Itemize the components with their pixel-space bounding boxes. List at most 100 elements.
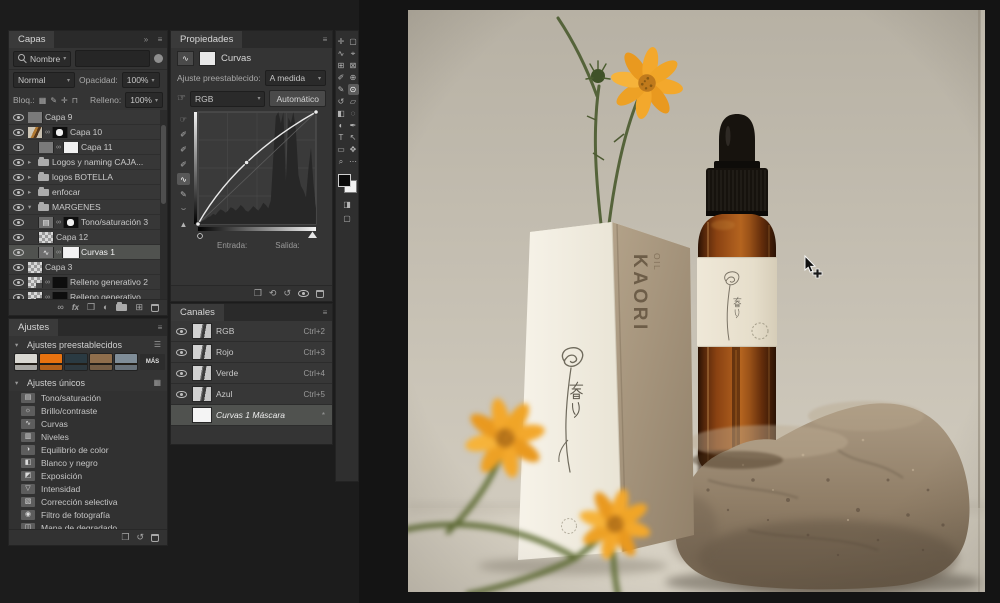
previous-state-icon[interactable]: ⟲ bbox=[269, 289, 277, 298]
new-adjustment-icon[interactable]: ◐ bbox=[103, 303, 108, 312]
channel-row[interactable]: RojoCtrl+3 bbox=[171, 342, 332, 363]
blur-tool[interactable]: ◌ bbox=[348, 108, 359, 119]
layer-row[interactable]: ▾MARGENES bbox=[9, 200, 167, 215]
smooth-curve-tool[interactable]: ⌣ bbox=[177, 203, 190, 215]
singles-section-header[interactable]: ▾ Ajustes únicos ▦ bbox=[9, 374, 167, 391]
canvas-document[interactable]: KAORI OIL bbox=[408, 10, 985, 592]
adjustment-item[interactable]: ▤Tono/saturación bbox=[9, 391, 167, 404]
lock-all-icon[interactable]: ⊓ bbox=[72, 96, 78, 105]
panel-menu-icon[interactable]: ≡ bbox=[318, 304, 332, 321]
add-mask-icon[interactable]: ❒ bbox=[87, 303, 95, 312]
layer-row[interactable]: ▤∞Tono/saturación 3 bbox=[9, 215, 167, 230]
reset-icon[interactable]: ↺ bbox=[136, 533, 144, 542]
tab-canales[interactable]: Canales bbox=[171, 304, 224, 321]
pen-tool[interactable]: ✒ bbox=[348, 120, 359, 131]
lock-paint-icon[interactable]: ✎ bbox=[50, 96, 57, 105]
visibility-toggle-icon[interactable] bbox=[13, 219, 24, 226]
visibility-toggle-icon[interactable] bbox=[13, 294, 24, 300]
path-select-tool[interactable]: ↖ bbox=[348, 132, 359, 143]
hand-tool[interactable]: ✥ bbox=[348, 144, 359, 155]
visibility-toggle-icon[interactable] bbox=[13, 204, 24, 211]
new-group-icon[interactable] bbox=[116, 304, 127, 311]
shape-tool[interactable]: ▭ bbox=[336, 144, 347, 155]
more-presets-button[interactable]: MÁS bbox=[140, 354, 165, 370]
visibility-cell[interactable] bbox=[175, 349, 188, 356]
pencil-curve-tool[interactable]: ✎ bbox=[177, 188, 190, 200]
gray-point-eyedropper[interactable]: ✐ bbox=[177, 143, 190, 155]
black-point-slider[interactable] bbox=[198, 234, 203, 239]
delete-icon[interactable] bbox=[151, 534, 159, 542]
fill-select[interactable]: 100% ▾ bbox=[125, 92, 163, 108]
dodge-tool[interactable]: ◐ bbox=[336, 120, 347, 131]
foreground-color-swatch[interactable] bbox=[338, 174, 351, 187]
type-tool[interactable]: T bbox=[336, 132, 347, 143]
caret-icon[interactable]: ▸ bbox=[28, 173, 35, 181]
visibility-toggle-icon[interactable] bbox=[176, 349, 187, 356]
adjustment-item[interactable]: ◫Mapa de degradado bbox=[9, 521, 167, 529]
layer-row[interactable]: ∞Relleno generativo bbox=[9, 290, 167, 299]
clone-stamp-tool[interactable]: ⊙ bbox=[348, 84, 359, 95]
gradient-tool[interactable]: ◧ bbox=[336, 108, 347, 119]
visibility-toggle-icon[interactable] bbox=[13, 189, 24, 196]
opacity-select[interactable]: 100% ▾ bbox=[122, 72, 160, 88]
collapse-panel-icon[interactable]: » bbox=[139, 31, 153, 48]
visibility-toggle-icon[interactable] bbox=[13, 249, 24, 256]
edit-toolbar[interactable]: ⋯ bbox=[348, 156, 359, 167]
adjustment-item[interactable]: ◩Exposición bbox=[9, 469, 167, 482]
adjustment-item[interactable]: ◉Filtro de fotografía bbox=[9, 508, 167, 521]
layer-row[interactable]: Capa 12 bbox=[9, 230, 167, 245]
panel-menu-icon[interactable]: ≡ bbox=[318, 31, 332, 48]
screen-mode-icon[interactable]: ▢ bbox=[342, 213, 353, 224]
history-brush-tool[interactable]: ↺ bbox=[336, 96, 347, 107]
frame-tool[interactable]: ⊠ bbox=[348, 60, 359, 71]
visibility-icon[interactable] bbox=[298, 290, 309, 297]
layer-row[interactable]: ▸enfocar bbox=[9, 185, 167, 200]
adjustment-preset-thumbnail[interactable] bbox=[40, 354, 62, 370]
white-point-eyedropper[interactable]: ✐ bbox=[177, 158, 190, 170]
presets-section-header[interactable]: ▾ Ajustes preestablecidos ☰ bbox=[9, 336, 167, 353]
panel-menu-icon[interactable]: ≡ bbox=[153, 31, 167, 48]
link-layers-icon[interactable]: ∞ bbox=[57, 303, 63, 312]
targeted-adjustment-tool[interactable]: ☞ bbox=[177, 113, 190, 125]
visibility-cell[interactable] bbox=[175, 391, 188, 398]
visibility-toggle-icon[interactable] bbox=[176, 328, 187, 335]
delete-icon[interactable] bbox=[316, 290, 324, 298]
adjustment-item[interactable]: ◧Blanco y negro bbox=[9, 456, 167, 469]
lock-transparency-icon[interactable]: ▦ bbox=[39, 96, 47, 105]
adjustment-item[interactable]: ▧Corrección selectiva bbox=[9, 495, 167, 508]
curve-point[interactable] bbox=[244, 160, 248, 164]
targeted-adjustment-icon[interactable]: ☞ bbox=[177, 93, 186, 104]
visibility-toggle-icon[interactable] bbox=[13, 264, 24, 271]
lock-position-icon[interactable]: ✛ bbox=[61, 96, 68, 105]
channel-row[interactable]: Curvas 1 Máscara* bbox=[171, 405, 332, 426]
layer-row[interactable]: ▸logos BOTELLA bbox=[9, 170, 167, 185]
caret-icon[interactable]: ▸ bbox=[28, 158, 35, 166]
adjustment-preset-thumbnail[interactable] bbox=[15, 354, 37, 370]
filter-toggle-icon[interactable] bbox=[154, 54, 163, 63]
preset-select[interactable]: A medida ▾ bbox=[265, 70, 326, 86]
white-point-slider[interactable] bbox=[308, 232, 317, 239]
curves-graph[interactable] bbox=[194, 110, 326, 240]
adjustment-item[interactable]: ▽Intensidad bbox=[9, 482, 167, 495]
mask-thumbnail-icon[interactable] bbox=[199, 51, 216, 66]
curve-point[interactable] bbox=[196, 222, 200, 226]
layer-row[interactable]: Capa 3 bbox=[9, 260, 167, 275]
histogram-clip-icon[interactable]: ▲ bbox=[177, 218, 190, 230]
tab-propiedades[interactable]: Propiedades bbox=[171, 31, 242, 48]
layers-scrollbar[interactable] bbox=[160, 110, 167, 299]
layer-row[interactable]: ∞Capa 10 bbox=[9, 125, 167, 140]
clip-to-layer-icon[interactable]: ❒ bbox=[254, 289, 262, 298]
quick-mask-icon[interactable]: ◨ bbox=[342, 199, 353, 210]
eyedropper-tool[interactable]: ✐ bbox=[336, 72, 347, 83]
blend-mode-select[interactable]: Normal ▾ bbox=[13, 72, 75, 88]
adjustment-preset-thumbnail[interactable] bbox=[65, 354, 87, 370]
visibility-toggle-icon[interactable] bbox=[13, 234, 24, 241]
visibility-toggle-icon[interactable] bbox=[13, 114, 24, 121]
layer-row[interactable]: Capa 9 bbox=[9, 110, 167, 125]
adjustment-item[interactable]: ▥Niveles bbox=[9, 430, 167, 443]
layer-effects-icon[interactable]: fx bbox=[72, 303, 79, 312]
new-layer-icon[interactable]: ⊞ bbox=[135, 303, 143, 312]
channel-row[interactable]: VerdeCtrl+4 bbox=[171, 363, 332, 384]
channel-row[interactable]: AzulCtrl+5 bbox=[171, 384, 332, 405]
auto-button[interactable]: Automático bbox=[269, 90, 326, 107]
